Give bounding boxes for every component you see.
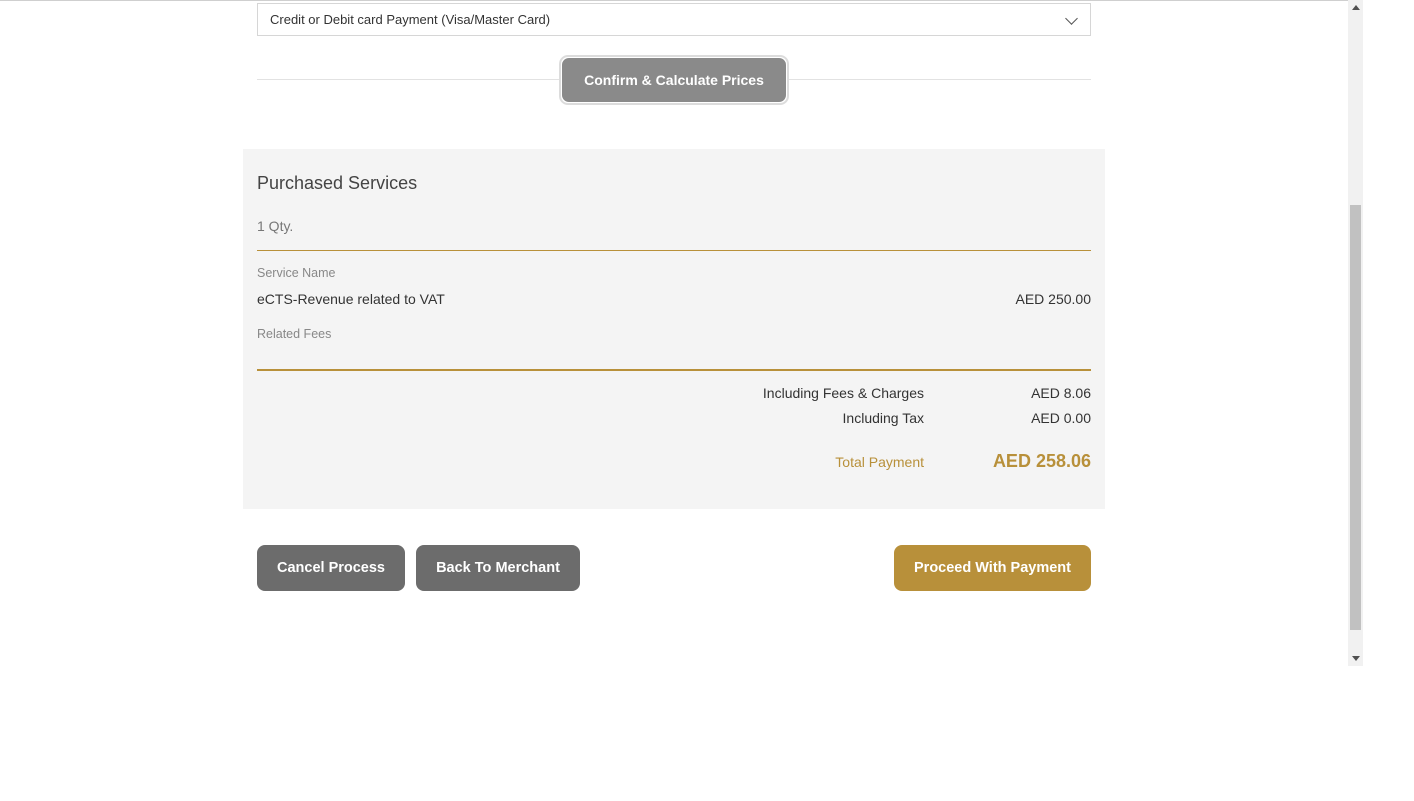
service-name-label: Service Name [257,266,336,280]
confirm-calculate-button[interactable]: Confirm & Calculate Prices [559,55,789,105]
back-to-merchant-button[interactable]: Back To Merchant [416,545,580,591]
fees-value: AED 8.06 [1031,385,1091,401]
gold-divider-thick [257,369,1091,371]
fees-row: Including Fees & Charges AED 8.06 [763,385,1091,401]
tax-value: AED 0.00 [1031,410,1091,426]
vertical-scrollbar[interactable] [1348,0,1363,666]
service-amount: AED 250.00 [1015,291,1092,307]
quantity-text: 1 Qty. [257,218,294,234]
proceed-with-payment-button[interactable]: Proceed With Payment [894,545,1091,591]
fees-label: Including Fees & Charges [762,385,924,401]
page-viewport: Credit or Debit card Payment (Visa/Maste… [0,0,1348,666]
gold-divider [257,250,1091,251]
total-label: Total Payment [835,454,924,470]
cancel-process-button[interactable]: Cancel Process [257,545,405,591]
scroll-thumb[interactable] [1350,205,1361,630]
total-row: Total Payment AED 258.06 [835,451,1091,472]
scroll-up-arrow-icon[interactable] [1348,0,1363,15]
purchased-services-panel: Purchased Services 1 Qty. Service Name e… [243,149,1105,509]
payment-method-select[interactable]: Credit or Debit card Payment (Visa/Maste… [257,3,1091,36]
tax-label: Including Tax [842,410,924,426]
scroll-down-arrow-icon[interactable] [1348,651,1363,666]
total-value: AED 258.06 [992,451,1091,471]
related-fees-label: Related Fees [257,327,332,341]
tax-row: Including Tax AED 0.00 [843,410,1091,426]
panel-title: Purchased Services [257,173,418,193]
chevron-down-icon [1065,12,1078,25]
confirm-calculate-label: Confirm & Calculate Prices [562,58,786,102]
service-name-value: eCTS-Revenue related to VAT [257,291,445,307]
payment-method-value: Credit or Debit card Payment (Visa/Maste… [270,12,551,27]
